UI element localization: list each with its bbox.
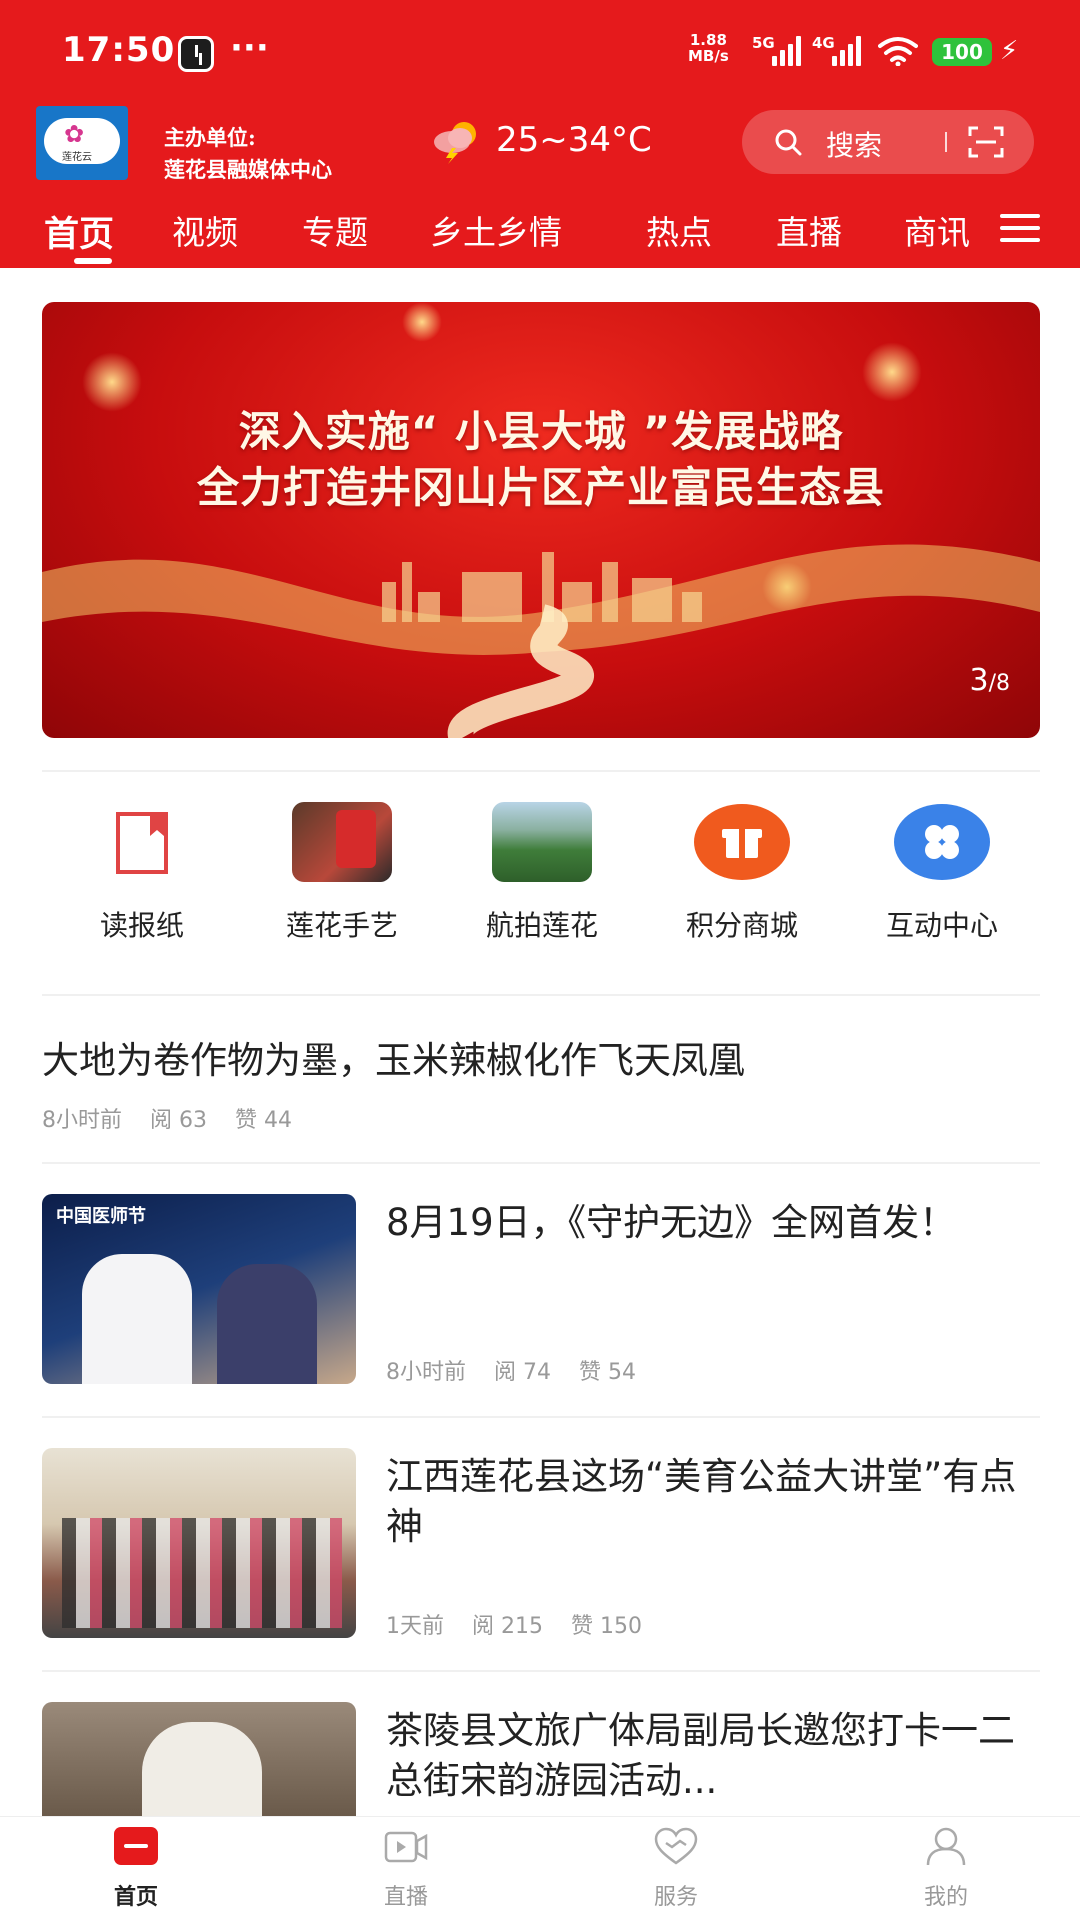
- news-title: 茶陵县文旅广体局副局长邀您打卡一二总街宋韵游园活动...: [386, 1709, 1015, 1802]
- banner-title-line1: 深入实施“ 小县大城 ”发展战略: [238, 407, 844, 456]
- app-logo[interactable]: ✿ 莲花云: [36, 106, 128, 180]
- news-list-item[interactable]: 茶陵县文旅广体局副局长邀您打卡一二总街宋韵游园活动...: [42, 1702, 1040, 1816]
- news-list-item[interactable]: 中国医师节 8月19日，《守护无边》全网首发！ 8小时前 阅 74 赞 54: [42, 1194, 1040, 1388]
- tab-hot[interactable]: 热点: [646, 206, 712, 254]
- divider: [42, 1162, 1040, 1164]
- nav-label: 我的: [923, 1885, 968, 1910]
- tab-business[interactable]: 商讯: [904, 206, 970, 254]
- nav-label: 首页: [113, 1885, 158, 1910]
- quick-entry-label: 互动中心: [885, 909, 998, 942]
- bottom-navigation: 首页 直播 服务 我的: [0, 1816, 1080, 1920]
- status-bar: 17:50 ··· 1.88 MB/s 5G 4G 100 ⚡: [0, 0, 1080, 100]
- news-time: 1天前: [386, 1614, 444, 1639]
- news-list-item[interactable]: 江西莲花县这场“美育公益大讲堂”有点神 1天前 阅 215 赞 150: [42, 1448, 1040, 1642]
- quick-entry-aerial[interactable]: 航拍莲花: [442, 800, 642, 960]
- host-info: 主办单位: 莲花县融媒体中心: [164, 122, 332, 186]
- search-bar[interactable]: 搜索: [742, 110, 1034, 174]
- active-tab-indicator: [74, 258, 112, 264]
- banner-page-counter: 3/8: [969, 663, 1010, 698]
- quick-entry-grid: 读报纸 莲花手艺 航拍莲花 积分商城 互动中心: [42, 800, 1040, 960]
- divider: [42, 1670, 1040, 1672]
- news-meta: 8小时前 阅 74 赞 54: [386, 1354, 664, 1386]
- quick-entry-label: 航拍莲花: [485, 909, 598, 942]
- search-divider: [945, 132, 947, 152]
- tab-topics[interactable]: 专题: [302, 206, 368, 254]
- host-name: 莲花县融媒体中心: [164, 157, 332, 182]
- nav-profile[interactable]: 我的: [876, 1827, 1016, 1920]
- tab-local[interactable]: 乡土乡情: [430, 206, 562, 254]
- logo-text: 莲花云: [62, 152, 92, 163]
- quick-entry-label: 莲花手艺: [285, 909, 398, 942]
- banner-title-line2: 全力打造井冈山片区产业富民生态县: [196, 463, 885, 512]
- divider: [42, 1416, 1040, 1418]
- news-likes: 赞 44: [235, 1108, 292, 1133]
- newspaper-icon: [116, 812, 168, 874]
- host-label: 主办单位:: [164, 125, 256, 150]
- home-icon: [114, 1827, 158, 1865]
- tab-home[interactable]: 首页: [44, 206, 114, 257]
- news-meta: 1天前 阅 215 赞 150: [386, 1608, 670, 1640]
- thumbnail-caption: 中国医师节: [56, 1206, 146, 1227]
- profile-icon: [926, 1827, 966, 1866]
- news-reads: 阅 63: [150, 1108, 207, 1133]
- nav-label: 直播: [383, 1885, 428, 1910]
- news-time: 8小时前: [42, 1108, 122, 1133]
- gift-icon: [694, 804, 790, 880]
- nav-service[interactable]: 服务: [606, 1827, 746, 1920]
- wifi-icon: [878, 37, 918, 66]
- scan-icon[interactable]: [968, 126, 1004, 158]
- network-speed: 1.88 MB/s: [688, 32, 729, 64]
- weather-temperature: 25~34°C: [496, 120, 652, 160]
- status-time: 17:50: [62, 30, 176, 70]
- news-thumbnail: [42, 1702, 356, 1816]
- news-thumbnail: [42, 1448, 356, 1638]
- news-title: 江西莲花县这场“美育公益大讲堂”有点神: [386, 1455, 1017, 1548]
- app-header: 17:50 ··· 1.88 MB/s 5G 4G 100 ⚡ ✿ 莲花云 主办…: [0, 0, 1080, 268]
- live-icon: [384, 1831, 428, 1863]
- divider: [42, 770, 1040, 772]
- news-title[interactable]: 大地为卷作物为墨，玉米辣椒化作飞天凤凰: [42, 1030, 745, 1084]
- divider: [42, 994, 1040, 996]
- nav-label: 服务: [653, 1885, 698, 1910]
- tab-live[interactable]: 直播: [776, 206, 842, 254]
- quick-entry-newspaper[interactable]: 读报纸: [42, 800, 242, 960]
- banner-carousel[interactable]: 深入实施“ 小县大城 ”发展战略 全力打造井冈山片区产业富民生态县 3/8: [42, 302, 1040, 738]
- battery-indicator: 100: [932, 38, 992, 66]
- handicraft-icon: [292, 802, 392, 882]
- nav-live[interactable]: 直播: [336, 1827, 476, 1920]
- golden-ribbon-art: [42, 544, 1040, 738]
- speed-unit: MB/s: [688, 47, 729, 65]
- news-likes: 赞 54: [579, 1360, 636, 1385]
- news-meta: 8小时前 阅 63 赞 44: [42, 1102, 320, 1134]
- search-icon: [775, 129, 802, 156]
- quick-entry-handicraft[interactable]: 莲花手艺: [242, 800, 442, 960]
- news-time: 8小时前: [386, 1360, 466, 1385]
- charging-icon: ⚡: [1000, 36, 1019, 66]
- news-reads: 阅 215: [472, 1614, 543, 1639]
- signal-4g-icon: 4G: [812, 34, 862, 66]
- signal-5g-icon: 5G: [752, 34, 802, 66]
- news-title: 8月19日，《守护无边》全网首发！: [386, 1201, 957, 1244]
- lotus-icon: ✿: [64, 120, 85, 148]
- service-heart-icon: [654, 1827, 698, 1865]
- menu-icon[interactable]: [1000, 214, 1040, 244]
- quick-entry-label: 积分商城: [685, 909, 798, 942]
- interaction-icon: [894, 804, 990, 880]
- news-thumbnail: 中国医师节: [42, 1194, 356, 1384]
- channel-tabs: 首页 视频 专题 乡土乡情 热点 直播 商讯: [0, 200, 1080, 268]
- nav-home[interactable]: 首页: [66, 1827, 206, 1920]
- tab-video[interactable]: 视频: [172, 206, 238, 254]
- search-label: 搜索: [826, 129, 883, 162]
- speed-value: 1.88: [689, 31, 727, 49]
- more-notifications-icon: ···: [230, 28, 269, 68]
- clock-app-icon: [178, 36, 214, 72]
- quick-entry-interaction[interactable]: 互动中心: [842, 800, 1042, 960]
- quick-entry-label: 读报纸: [99, 909, 184, 942]
- quick-entry-points-mall[interactable]: 积分商城: [642, 800, 842, 960]
- aerial-photo-icon: [492, 802, 592, 882]
- thunderstorm-weather-icon: [434, 122, 476, 164]
- news-reads: 阅 74: [494, 1360, 551, 1385]
- news-likes: 赞 150: [571, 1614, 642, 1639]
